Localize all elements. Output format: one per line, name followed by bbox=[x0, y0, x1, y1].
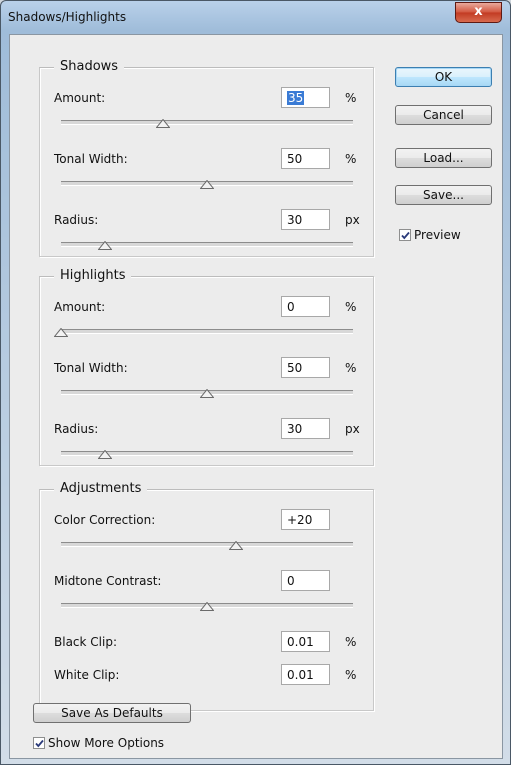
shadows-tonal-width-input[interactable]: 50 bbox=[281, 148, 330, 169]
checkmark-icon bbox=[35, 739, 44, 748]
black-clip-unit: % bbox=[345, 635, 357, 649]
color-correction-label: Color Correction: bbox=[54, 513, 156, 527]
dialog-content: Shadows Amount: 35 % Tonal Width: 50 % R… bbox=[9, 34, 503, 759]
highlights-amount-track[interactable] bbox=[61, 329, 353, 334]
color-correction-track[interactable] bbox=[61, 542, 353, 547]
color-correction-input[interactable]: +20 bbox=[281, 509, 330, 530]
highlights-amount-input[interactable]: 0 bbox=[281, 296, 330, 317]
ok-button[interactable]: OK bbox=[395, 67, 492, 87]
shadows-amount-unit: % bbox=[345, 91, 357, 105]
shadows-group: Shadows Amount: 35 % Tonal Width: 50 % R… bbox=[39, 59, 374, 257]
shadows-radius-label: Radius: bbox=[54, 213, 99, 227]
shadows-amount-track[interactable] bbox=[61, 120, 353, 125]
save-as-defaults-button[interactable]: Save As Defaults bbox=[33, 703, 191, 723]
adjustments-group-title: Adjustments bbox=[54, 481, 148, 496]
close-icon: x bbox=[474, 4, 483, 19]
show-more-options-label[interactable]: Show More Options bbox=[48, 736, 164, 750]
close-button[interactable]: x bbox=[455, 2, 502, 23]
highlights-tonal-width-input[interactable]: 50 bbox=[281, 357, 330, 378]
shadows-group-title: Shadows bbox=[54, 59, 125, 74]
highlights-group: Highlights Amount: 0 % Tonal Width: 50 %… bbox=[39, 268, 374, 466]
shadows-tonal-width-unit: % bbox=[345, 152, 357, 166]
preview-label[interactable]: Preview bbox=[414, 228, 461, 242]
white-clip-label: White Clip: bbox=[54, 668, 120, 682]
highlights-tonal-width-unit: % bbox=[345, 361, 357, 375]
cancel-button[interactable]: Cancel bbox=[395, 105, 492, 125]
highlights-amount-label: Amount: bbox=[54, 300, 106, 314]
black-clip-input[interactable]: 0.01 bbox=[281, 631, 330, 652]
shadows-amount-input[interactable]: 35 bbox=[281, 87, 330, 108]
midtone-contrast-input[interactable]: 0 bbox=[281, 570, 330, 591]
highlights-group-title: Highlights bbox=[54, 268, 132, 283]
highlights-tonal-width-label: Tonal Width: bbox=[54, 361, 128, 375]
adjustments-group: Adjustments Color Correction: +20 Midton… bbox=[39, 481, 374, 711]
title-bar[interactable]: Shadows/Highlights x bbox=[1, 1, 510, 34]
black-clip-label: Black Clip: bbox=[54, 635, 117, 649]
load-button[interactable]: Load... bbox=[395, 148, 492, 168]
highlights-radius-label: Radius: bbox=[54, 422, 99, 436]
highlights-radius-unit: px bbox=[345, 422, 360, 436]
shadows-amount-label: Amount: bbox=[54, 91, 106, 105]
highlights-radius-input[interactable]: 30 bbox=[281, 418, 330, 439]
midtone-contrast-label: Midtone Contrast: bbox=[54, 574, 162, 588]
show-more-options-checkbox[interactable] bbox=[33, 737, 45, 749]
shadows-highlights-dialog: Shadows/Highlights x Shadows Amount: 35 … bbox=[0, 0, 511, 765]
shadows-radius-unit: px bbox=[345, 213, 360, 227]
save-button[interactable]: Save... bbox=[395, 185, 492, 205]
white-clip-input[interactable]: 0.01 bbox=[281, 664, 330, 685]
shadows-tonal-width-label: Tonal Width: bbox=[54, 152, 128, 166]
preview-checkbox[interactable] bbox=[399, 229, 411, 241]
checkmark-icon bbox=[401, 231, 410, 240]
window-title: Shadows/Highlights bbox=[8, 10, 127, 24]
highlights-amount-unit: % bbox=[345, 300, 357, 314]
shadows-radius-input[interactable]: 30 bbox=[281, 209, 330, 230]
white-clip-unit: % bbox=[345, 668, 357, 682]
